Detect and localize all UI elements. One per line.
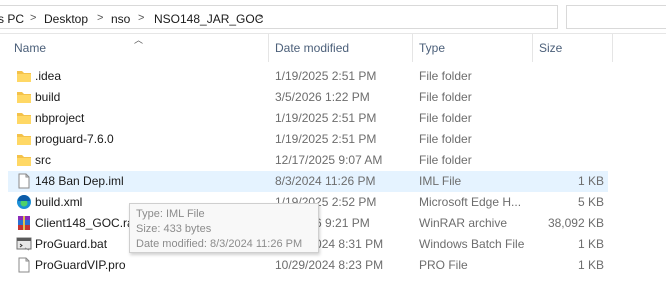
file-name: ProGuard.bat (35, 237, 108, 251)
folder-icon (16, 89, 32, 105)
folder-icon (16, 110, 32, 126)
file-type: File folder (419, 111, 472, 125)
edge-icon (16, 194, 32, 210)
file-size: 5 KB (577, 195, 604, 209)
file-date: 1/19/2025 2:51 PM (275, 111, 377, 125)
batch-icon (16, 236, 32, 252)
file-date: 8/3/2024 11:26 PM (275, 174, 376, 188)
file-type: WinRAR archive (419, 216, 508, 230)
column-divider[interactable] (412, 34, 413, 62)
folder-icon (16, 152, 32, 168)
list-item[interactable]: proguard-7.6.0 1/19/2025 2:51 PM File fo… (8, 129, 608, 150)
file-type: File folder (419, 132, 472, 146)
file-name: ProGuardVIP.pro (35, 258, 126, 272)
document-icon (16, 257, 32, 273)
file-name: 148 Ban Dep.iml (35, 174, 124, 188)
folder-icon (16, 131, 32, 147)
column-divider[interactable] (612, 34, 613, 62)
search-box[interactable] (566, 5, 666, 29)
document-icon (16, 173, 32, 189)
chevron-right-icon[interactable]: > (257, 12, 263, 24)
list-item[interactable]: ProGuardVIP.pro 10/29/2024 8:23 PM PRO F… (8, 255, 608, 276)
file-name: nbproject (35, 111, 85, 125)
list-item[interactable]: nbproject 1/19/2025 2:51 PM File folder (8, 108, 608, 129)
file-info-tooltip: Type: IML File Size: 433 bytes Date modi… (129, 203, 319, 253)
column-divider[interactable] (268, 34, 269, 62)
file-date: 10/29/2024 8:23 PM (275, 258, 384, 272)
breadcrumb[interactable]: s PC > Desktop > nso > NSO148_JAR_GOC > (0, 5, 558, 29)
list-item[interactable]: .idea 1/19/2025 2:51 PM File folder (8, 66, 608, 87)
file-size: 1 KB (577, 174, 604, 188)
file-type: Microsoft Edge H... (419, 195, 522, 209)
list-item[interactable]: build 3/5/2026 1:22 PM File folder (8, 87, 608, 108)
breadcrumb-item-desktop[interactable]: Desktop (44, 12, 88, 26)
file-date: 1/19/2025 2:51 PM (275, 132, 377, 146)
file-type: File folder (419, 90, 472, 104)
file-name: .idea (35, 69, 62, 83)
breadcrumb-item-pc[interactable]: s PC (0, 12, 24, 26)
tooltip-type: Type: IML File (136, 208, 205, 220)
address-bar: s PC > Desktop > nso > NSO148_JAR_GOC > (0, 0, 666, 34)
column-header-name[interactable]: Name (14, 41, 46, 55)
chevron-right-icon[interactable]: > (138, 12, 144, 24)
file-name: build.xml (35, 195, 83, 209)
winrar-icon (16, 215, 32, 231)
folder-icon (16, 68, 32, 84)
breadcrumb-item-nso[interactable]: nso (111, 12, 130, 26)
file-type: IML File (419, 174, 462, 188)
breadcrumb-item-current[interactable]: NSO148_JAR_GOC (154, 12, 263, 26)
column-header-size[interactable]: Size (539, 41, 562, 55)
file-type: PRO File (419, 258, 468, 272)
column-header-row: ︿ Name Date modified Type Size (0, 34, 666, 62)
tooltip-modified: Date modified: 8/3/2024 11:26 PM (136, 238, 303, 250)
file-type: File folder (419, 69, 472, 83)
file-type: File folder (419, 153, 472, 167)
tooltip-size: Size: 433 bytes (136, 223, 212, 235)
file-date: 1/19/2025 2:51 PM (275, 69, 377, 83)
file-name: build (35, 90, 61, 104)
file-date: 12/17/2025 9:07 AM (275, 153, 383, 167)
file-size: 38,092 KB (547, 216, 604, 230)
list-item-hovered[interactable]: 148 Ban Dep.iml 8/3/2024 11:26 PM IML Fi… (8, 171, 608, 192)
file-name: Client148_GOC.rar (35, 216, 138, 230)
column-header-type[interactable]: Type (419, 41, 445, 55)
sort-ascending-icon: ︿ (134, 35, 144, 45)
chevron-right-icon[interactable]: > (30, 12, 36, 24)
file-type: Windows Batch File (419, 237, 525, 251)
chevron-right-icon[interactable]: > (97, 12, 103, 24)
column-divider[interactable] (532, 34, 533, 62)
list-item[interactable]: src 12/17/2025 9:07 AM File folder (8, 150, 608, 171)
file-date: 3/5/2026 1:22 PM (275, 90, 370, 104)
file-name: src (35, 153, 51, 167)
file-name: proguard-7.6.0 (35, 132, 114, 146)
file-size: 1 KB (577, 258, 604, 272)
file-size: 1 KB (577, 237, 604, 251)
column-header-date[interactable]: Date modified (275, 41, 349, 55)
